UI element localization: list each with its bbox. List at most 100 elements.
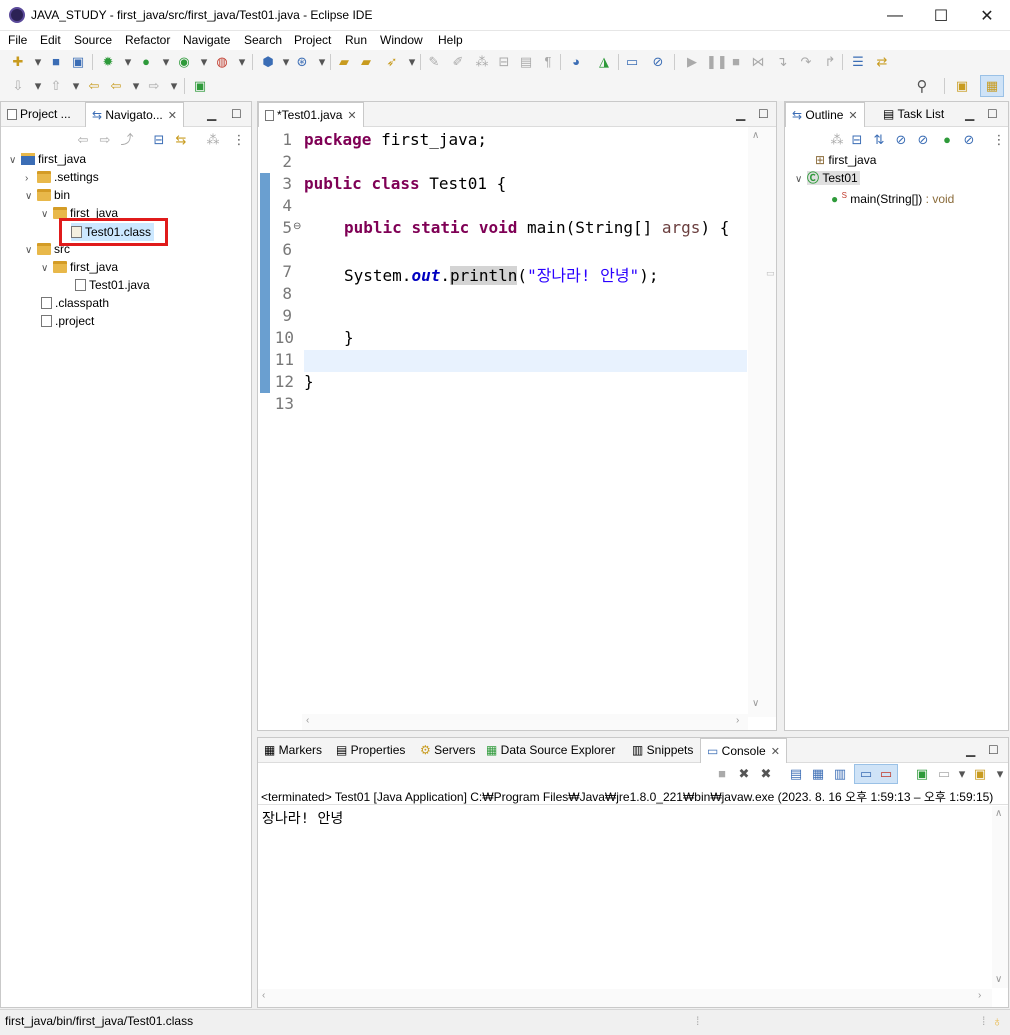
link-editor-icon[interactable]: ⇆ — [173, 132, 189, 148]
search-tool-icon[interactable]: ➶ — [384, 54, 400, 70]
terminate-icon[interactable]: ■ — [728, 54, 744, 70]
code-line-12[interactable]: } — [304, 372, 314, 391]
tree-item-classpath[interactable]: .classpath — [41, 294, 109, 312]
new-class-icon[interactable]: ⊛ — [294, 54, 310, 70]
last-edit-icon[interactable]: ⇄ — [874, 54, 890, 70]
minimize-icon[interactable]: ▁ — [207, 107, 216, 121]
minimize-icon[interactable]: ▁ — [966, 743, 975, 757]
dropdown-icon[interactable]: ▾ — [166, 78, 182, 94]
scroll-right-icon[interactable]: › — [978, 990, 981, 1001]
remove-all-icon[interactable]: ✖ — [758, 766, 774, 782]
dropdown-icon[interactable]: ▾ — [120, 54, 136, 70]
code-line-7[interactable]: System.out.println("장나라! 안녕"); — [344, 262, 658, 286]
step-over-icon[interactable]: ↷ — [798, 54, 814, 70]
tab-test01-java[interactable]: *Test01.java ✕ — [258, 102, 364, 127]
suspend-icon[interactable]: ❚❚ — [706, 54, 728, 70]
tree-item-first-java[interactable]: ∨ first_java — [9, 150, 86, 168]
code-line-5[interactable]: public static void main(String[] args) { — [344, 218, 729, 237]
fold-icon[interactable]: ⊖ — [293, 221, 301, 232]
scroll-lock-icon[interactable]: ▦ — [810, 766, 826, 782]
scroll-left-icon[interactable]: ‹ — [262, 990, 265, 1001]
tree-item-src[interactable]: ∨ src — [25, 240, 70, 258]
menu-edit[interactable]: Edit — [40, 33, 61, 47]
view-menu-icon[interactable]: ⋮ — [231, 132, 247, 148]
word-wrap-icon[interactable]: ▥ — [832, 766, 848, 782]
close-icon[interactable]: ✕ — [347, 110, 356, 122]
maximize-icon[interactable]: ☐ — [231, 107, 242, 121]
disconnect-icon[interactable]: ⋈ — [750, 54, 766, 70]
outline-method[interactable]: ● S main(String[]) : void — [831, 187, 954, 206]
annotation-icon[interactable]: ☰ — [850, 54, 866, 70]
terminate-icon[interactable]: ■ — [714, 766, 730, 782]
dropdown-icon[interactable]: ▾ — [158, 54, 174, 70]
chevron-down-icon[interactable]: ∨ — [41, 260, 53, 278]
minimize-icon[interactable]: ▁ — [736, 107, 745, 121]
format-icon[interactable]: ▤ — [518, 54, 534, 70]
open-type-icon[interactable]: ▰ — [336, 54, 352, 70]
maximize-icon[interactable]: ☐ — [987, 107, 998, 121]
pin-editor-icon[interactable]: ▣ — [192, 78, 208, 94]
tree-item-project[interactable]: .project — [41, 312, 94, 330]
close-icon[interactable]: ✕ — [168, 110, 177, 122]
hide-nonpublic-icon[interactable]: ● — [939, 132, 955, 148]
outline-class[interactable]: ∨ Ⓒ Test01 — [795, 169, 860, 187]
remove-launch-icon[interactable]: ✖ — [736, 766, 752, 782]
tree-item-bin[interactable]: ∨ bin — [25, 186, 70, 204]
horizontal-scrollbar[interactable] — [302, 714, 748, 730]
vertical-scrollbar[interactable] — [748, 127, 776, 717]
search-icon[interactable]: ⚲ — [914, 79, 930, 95]
menu-source[interactable]: Source — [74, 33, 112, 47]
chevron-down-icon[interactable]: ∨ — [25, 188, 37, 206]
tree-item-test01-java[interactable]: Test01.java — [75, 276, 150, 294]
menu-project[interactable]: Project — [294, 33, 331, 47]
console-view-icon[interactable]: ▭ — [624, 54, 640, 70]
toggle-word-wrap-icon[interactable]: ⊟ — [496, 54, 512, 70]
next-annotation-icon[interactable]: ⇩ — [10, 78, 26, 94]
pin-console-icon[interactable]: ▣ — [914, 766, 930, 782]
tab-snippets[interactable]: ▥ Snippets — [626, 738, 699, 763]
back-icon[interactable]: ⇦ — [75, 132, 91, 148]
last-edit-location-icon[interactable]: ⇦ — [86, 78, 102, 94]
minimize-button[interactable]: — — [872, 0, 918, 31]
maximize-button[interactable]: ☐ — [918, 0, 964, 31]
dropdown-icon[interactable]: ▾ — [404, 54, 420, 70]
console-vertical-scrollbar[interactable] — [992, 806, 1008, 988]
dropdown-icon[interactable]: ▾ — [30, 78, 46, 94]
run-icon[interactable]: ● — [138, 54, 154, 70]
hide-local-types-icon[interactable]: ⊘ — [961, 132, 977, 148]
tab-outline[interactable]: ⇆ Outline ✕ — [785, 102, 865, 127]
sort-icon[interactable]: ⇅ — [871, 132, 887, 148]
scroll-right-icon[interactable]: › — [736, 715, 739, 726]
external-tools-icon[interactable]: ◍ — [214, 54, 230, 70]
up-icon[interactable]: ⤴ — [119, 132, 135, 148]
dropdown-icon[interactable]: ▾ — [30, 54, 46, 70]
show-whitespace-icon[interactable]: ¶ — [540, 54, 556, 70]
debug-icon[interactable]: ✹ — [100, 54, 116, 70]
tab-console[interactable]: ▭ Console ✕ — [700, 738, 787, 763]
menu-navigate[interactable]: Navigate — [183, 33, 230, 47]
new-java-project-icon[interactable]: ⬢ — [260, 54, 276, 70]
tab-markers[interactable]: ▦ Markers — [258, 738, 328, 763]
coverage-icon[interactable]: ◉ — [176, 54, 192, 70]
save-icon[interactable]: ■ — [48, 54, 64, 70]
tab-properties[interactable]: ▤ Properties — [330, 738, 411, 763]
tab-servers[interactable]: ⚙ Servers — [414, 738, 481, 763]
forward-icon[interactable]: ⇨ — [97, 132, 113, 148]
scroll-up-icon[interactable]: ∧ — [995, 808, 1002, 819]
toggle-block-icon[interactable]: ⁂ — [474, 54, 490, 70]
web-browser-icon[interactable]: ◕ — [568, 54, 584, 70]
dropdown-icon[interactable]: ▾ — [992, 766, 1008, 782]
tree-item-src-first-java[interactable]: ∨ first_java — [41, 258, 118, 276]
console-output[interactable]: 장나라! 안녕 — [262, 808, 343, 828]
focus-icon[interactable]: ⁂ — [829, 132, 845, 148]
toggle-mark-icon[interactable]: ✎ — [426, 54, 442, 70]
dropdown-icon[interactable]: ▾ — [128, 78, 144, 94]
open-resource-icon[interactable]: ▰ — [358, 54, 374, 70]
tree-item-settings[interactable]: › .settings — [25, 168, 99, 186]
tab-data-source-explorer[interactable]: ▦ Data Source Explorer — [480, 738, 621, 763]
open-perspective-icon[interactable]: ▣ — [954, 78, 970, 94]
java-perspective-icon[interactable]: ◮ — [596, 54, 612, 70]
dropdown-icon[interactable]: ▾ — [68, 78, 84, 94]
back-icon[interactable]: ⇦ — [108, 78, 124, 94]
menu-refactor[interactable]: Refactor — [125, 33, 170, 47]
